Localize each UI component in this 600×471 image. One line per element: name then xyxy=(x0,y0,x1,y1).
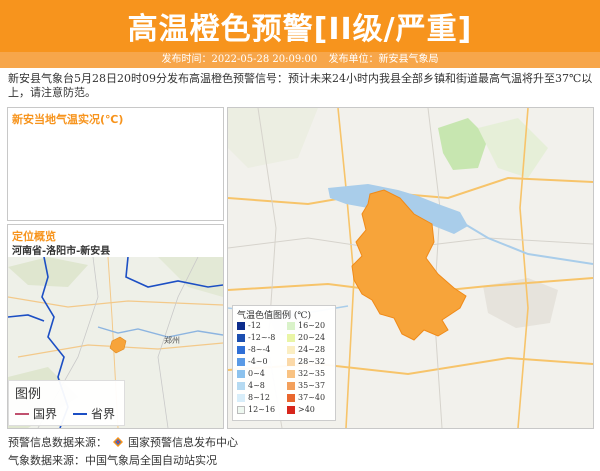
legend-item: 8~12 xyxy=(237,393,285,403)
city-label-zhengzhou: 郑州 xyxy=(164,335,180,345)
publisher: 发布单位：新安县气象局 xyxy=(328,54,439,65)
location-path: 河南省-洛阳市-新安县 xyxy=(12,246,111,257)
temperature-legend: 气温色值图例 (℃) -12 -12~-8 -8~-4 -4~0 0~4 4~8… xyxy=(232,305,336,421)
legend-item: 37~40 xyxy=(287,393,335,403)
legend-item: 24~28 xyxy=(287,345,335,355)
province-border-swatch xyxy=(73,413,87,415)
national-border-label: 国界 xyxy=(33,407,58,421)
legend-item: 0~4 xyxy=(237,369,285,379)
province-border-label: 省界 xyxy=(91,407,116,421)
national-border-swatch xyxy=(15,413,29,415)
warning-header: 高温橙色预警[II级/严重] xyxy=(0,0,600,52)
weather-source: 气象数据来源：中国气象局全国自动站实况 xyxy=(8,454,217,467)
legend-item: 28~32 xyxy=(287,357,335,367)
legend-item: -4~0 xyxy=(237,357,285,367)
legend-item: 4~8 xyxy=(237,381,285,391)
legend-item: 12~16 xyxy=(237,405,285,415)
warning-source-link[interactable]: 国家预警信息发布中心 xyxy=(128,436,238,449)
overview-legend-title: 图例 xyxy=(15,387,42,402)
temperature-panel-title: 新安当地气温实况(℃) xyxy=(12,113,124,126)
publish-info-bar: 发布时间：2022-05-28 20:09:00 发布单位：新安县气象局 xyxy=(0,52,600,68)
publish-time: 发布时间：2022-05-28 20:09:00 xyxy=(161,54,318,65)
legend-item: -12~-8 xyxy=(237,333,285,343)
legend-item: 35~37 xyxy=(287,381,335,391)
legend-item: 32~35 xyxy=(287,369,335,379)
legend-item: 20~24 xyxy=(287,333,335,343)
legend-item: >40 xyxy=(287,405,335,415)
legend-item: 16~20 xyxy=(287,321,335,331)
warning-center-logo-icon xyxy=(112,437,123,447)
temperature-panel: 新安当地气温实况(℃) xyxy=(7,107,224,221)
legend-item: -12 xyxy=(237,321,285,331)
warning-source: 预警信息数据来源： 国家预警信息发布中心 xyxy=(8,434,238,450)
overview-legend: 图例 国界 省界 xyxy=(8,380,125,426)
temperature-legend-title: 气温色值图例 (℃) xyxy=(237,311,311,321)
legend-item: -8~-4 xyxy=(237,345,285,355)
warning-source-label: 预警信息数据来源： xyxy=(8,436,107,449)
warning-title: 高温橙色预警[II级/严重] xyxy=(127,12,473,47)
warning-description: 新安县气象台5月28日20时09分发布高温橙色预警信号：预计未来24小时内我县全… xyxy=(8,72,593,99)
